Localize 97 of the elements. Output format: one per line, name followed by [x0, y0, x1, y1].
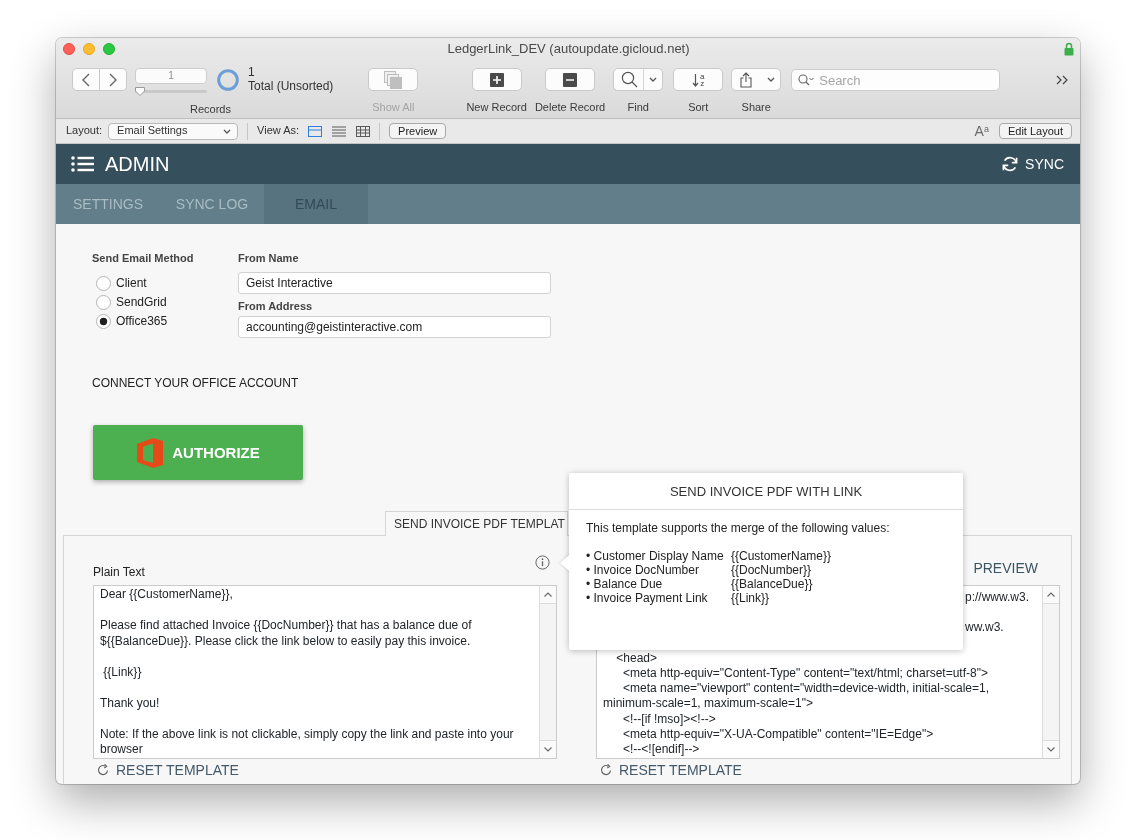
popover-title: SEND INVOICE PDF WITH LINK [569, 473, 963, 510]
app-title: ADMIN [105, 152, 170, 176]
share-icon [739, 71, 754, 88]
lock-icon [1064, 42, 1074, 56]
layout-dropdown[interactable]: Email Settings [108, 122, 239, 140]
record-number-field[interactable]: 1 [135, 68, 207, 84]
menu-icon[interactable] [71, 155, 94, 173]
radio-button[interactable] [96, 295, 111, 310]
toolbar-label: Sort [688, 101, 709, 114]
new-record-button[interactable] [471, 68, 522, 91]
template-text: Dear {{CustomerName}}, Please find attached Invoice {{DocNumber}} that has a balance due of ${{BalanceDue}}. Please click the link below to easily pay this invoice. {{Link}} Thank you! Note: If the above link is not clickable, simply copy the link and paste into your browser [99, 586, 515, 758]
from-address-field[interactable]: accounting@geistinteractive.com [238, 316, 551, 338]
code-line: <!--<![endif]--> [622, 742, 701, 758]
preview-button[interactable]: Preview [389, 123, 447, 139]
maximize-icon[interactable] [103, 43, 115, 55]
scroll-up-icon[interactable] [540, 586, 556, 604]
field-label: From Name [238, 252, 300, 265]
info-icon[interactable] [535, 555, 550, 570]
toolbar-label: Share [741, 101, 771, 114]
tab[interactable]: SEND INVOICE PDF TEMPLAT [385, 511, 568, 536]
section-heading: CONNECT YOUR OFFICE ACCOUNT [92, 376, 299, 390]
code-line: <meta name="viewport" content="width=device-width, initial-scale=1, minimum-scale=1, maximum-scale=1"> [603, 681, 990, 712]
window-title: LedgerLink_DEV (autoupdate.gicloud.net) [447, 41, 690, 57]
found-count: 1 [248, 65, 256, 79]
double-chevron-icon[interactable] [1056, 75, 1068, 85]
edit-layout-button[interactable]: Edit Layout [998, 123, 1072, 139]
code-line: <meta http-equiv="X-UA-Compatible" content="IE=Edge"> [622, 726, 935, 742]
find-button[interactable] [613, 68, 664, 91]
code-line: <!--[if !mso]><!--> [622, 711, 717, 727]
caret-icon [649, 77, 658, 82]
reset-icon [600, 764, 612, 776]
chevron-right-icon [109, 72, 117, 87]
code-line: ww.w3. [965, 620, 1004, 636]
toolbar-label: Delete Record [534, 101, 606, 114]
merge-field-name: • Invoice Payment Link [586, 591, 709, 605]
minus-square-icon [563, 72, 578, 87]
back-button[interactable] [72, 68, 100, 91]
ring-icon [217, 69, 239, 91]
reset-template-button[interactable]: RESET TEMPLATE [93, 762, 239, 778]
merge-field-name: • Customer Display Name [586, 549, 725, 563]
merge-field-token: {{DocNumber}} [731, 563, 812, 577]
sync-button[interactable]: SYNC [1001, 155, 1064, 173]
minimize-icon[interactable] [83, 43, 95, 55]
scroll-down-icon[interactable] [1043, 740, 1059, 758]
merge-field-token: {{Link}} [731, 591, 770, 605]
field-label: Plain Text [93, 565, 145, 579]
plus-square-icon [489, 72, 504, 87]
reset-template-button[interactable]: RESET TEMPLATE [596, 762, 742, 778]
radio-label: Office365 [116, 314, 168, 329]
code-line: <meta http-equiv="Content-Type" content="text/html; charset=utf-8"> [622, 666, 989, 682]
from-name-field[interactable]: Geist Interactive [238, 272, 551, 294]
form-view-icon[interactable] [308, 125, 323, 137]
layout-label: Layout: [66, 124, 103, 138]
radio-label: SendGrid [116, 295, 167, 310]
forward-button[interactable] [100, 68, 127, 91]
chevron-down-icon [223, 128, 232, 134]
radio-label: Client [116, 276, 147, 291]
search-field[interactable]: Search [791, 69, 1001, 91]
view-as-label: View As: [257, 124, 300, 138]
scroll-up-icon[interactable] [1043, 586, 1059, 604]
code-line: p://www.w3. [965, 590, 1030, 606]
toolbar-label: New Record [466, 101, 527, 114]
field-label: From Address [238, 300, 314, 313]
toolbar-label: Records [190, 103, 232, 116]
merge-field-token: {{BalanceDue}} [731, 577, 813, 591]
scroll-down-icon[interactable] [540, 740, 556, 758]
delete-record-button[interactable] [545, 68, 596, 91]
radio-button[interactable] [96, 314, 111, 329]
record-status: Total (Unsorted) [248, 79, 334, 93]
close-icon[interactable] [63, 43, 75, 55]
toolbar-label: Show All [372, 101, 415, 114]
sync-icon [1001, 155, 1020, 173]
text-format-icon[interactable]: A$^{a}$ [974, 123, 989, 139]
toolbar-label: Find [627, 101, 649, 114]
popover-text: This template supports the merge of the following values: [586, 521, 891, 535]
table-view-icon[interactable] [356, 125, 371, 137]
share-button[interactable] [731, 68, 782, 91]
caret-icon [767, 77, 776, 82]
search-icon [621, 71, 639, 88]
arrow-down-icon [692, 72, 699, 87]
preview-link[interactable]: PREVIEW [973, 560, 1038, 576]
stacked-pages-icon [384, 70, 403, 89]
sort-button[interactable]: a z [673, 68, 724, 91]
merge-field-name: • Invoice DocNumber [586, 563, 700, 577]
search-icon [798, 74, 816, 86]
slider-thumb[interactable] [135, 87, 145, 96]
scrollbar[interactable] [1042, 586, 1059, 758]
merge-field-name: • Balance Due [586, 577, 664, 591]
list-view-icon[interactable] [332, 125, 347, 137]
merge-field-token: {{CustomerName}} [731, 549, 832, 563]
scrollbar[interactable] [539, 586, 556, 758]
chevron-left-icon [82, 72, 90, 87]
logo-icon [136, 436, 165, 469]
reset-icon [97, 764, 109, 776]
radio-button[interactable] [96, 276, 111, 291]
code-line: <head> [615, 650, 659, 666]
section-label: Send Email Method [92, 252, 195, 265]
